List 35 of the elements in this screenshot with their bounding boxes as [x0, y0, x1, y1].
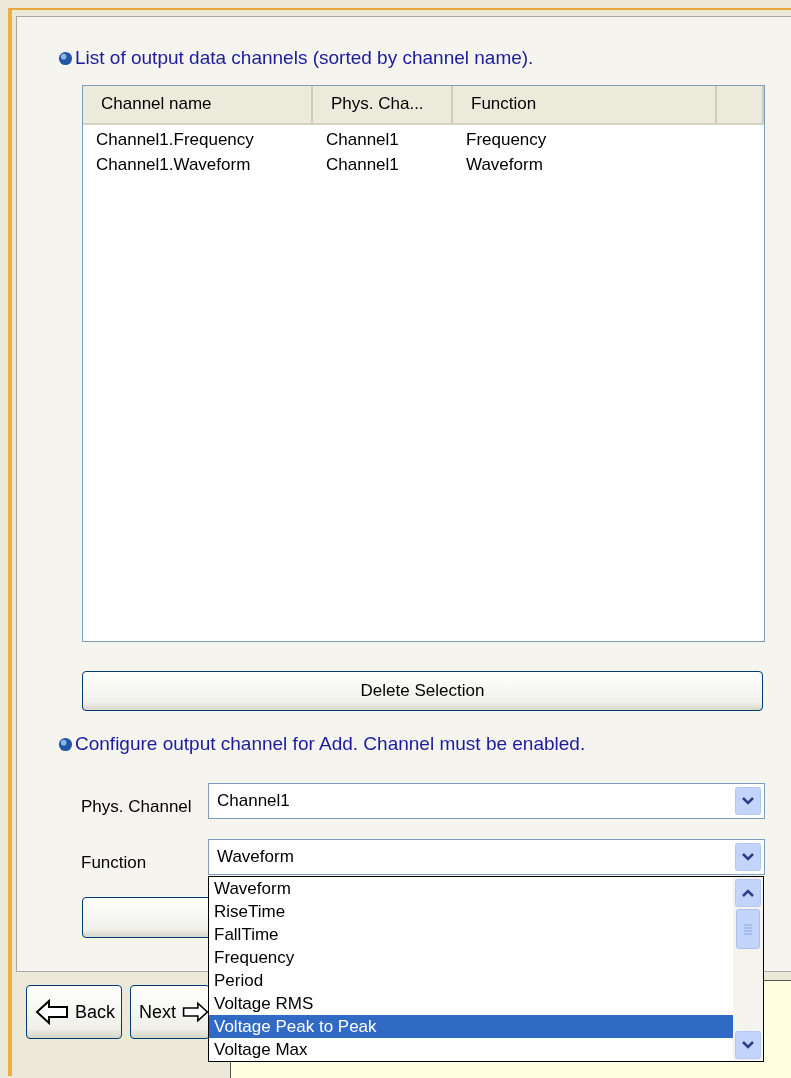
table-cell-text: Channel1: [325, 129, 400, 150]
table-cell-text: Frequency: [465, 129, 548, 150]
dropdown-option[interactable]: Voltage RMS: [209, 992, 733, 1015]
next-button[interactable]: Next: [130, 985, 211, 1039]
bullet-icon: [58, 50, 73, 66]
scroll-down-icon[interactable]: [735, 1031, 761, 1059]
bullet-icon: [58, 736, 73, 752]
table-cell-text: Channel1.Waveform: [95, 154, 252, 175]
dropdown-option[interactable]: Voltage Peak to Peak: [209, 1015, 733, 1038]
column-header[interactable]: Function: [453, 86, 717, 123]
field-value: Channel1: [217, 791, 290, 811]
dropdown-field[interactable]: Channel1: [208, 783, 765, 819]
scroll-up-icon[interactable]: [735, 879, 761, 907]
dropdown-option[interactable]: Frequency: [209, 946, 733, 969]
field-label: Phys. Channel: [81, 796, 193, 817]
dropdown-option[interactable]: RiseTime: [209, 900, 733, 923]
table-cell-text: Channel1: [325, 154, 400, 175]
table-cell-text: Waveform: [465, 154, 544, 175]
field-value: Waveform: [217, 847, 294, 867]
table-cell-text: Channel1.Frequency: [95, 129, 255, 150]
dropdown-option[interactable]: FallTime: [209, 923, 733, 946]
delete-selection-button[interactable]: Delete Selection: [82, 671, 763, 711]
dropdown-option[interactable]: Voltage Max: [209, 1038, 733, 1061]
field-label: Function: [81, 852, 148, 873]
section-heading: Configure output channel for Add. Channel must be enabled.: [75, 733, 586, 755]
dropdown-field[interactable]: Waveform: [208, 839, 765, 875]
section-heading: List of output data channels (sorted by channel name).: [75, 47, 534, 69]
scrollbar[interactable]: [733, 877, 763, 1061]
dropdown-option[interactable]: Period: [209, 969, 733, 992]
column-header[interactable]: Phys. Cha...: [313, 86, 453, 123]
column-header[interactable]: Channel name: [83, 86, 313, 123]
dropdown-option[interactable]: Waveform: [209, 877, 733, 900]
scroll-thumb[interactable]: [736, 909, 760, 949]
left-arrow-icon: [35, 999, 69, 1025]
back-button[interactable]: Back: [26, 985, 123, 1039]
